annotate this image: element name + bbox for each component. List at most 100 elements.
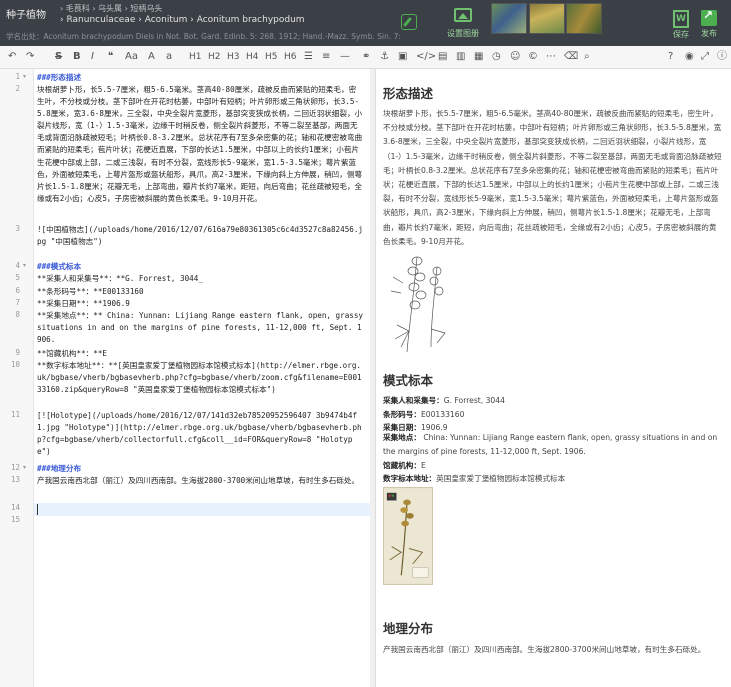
brand-title[interactable]: 种子植物: [6, 6, 46, 21]
digital-specimen-link[interactable]: 英国皇家爱丁堡植物园标本馆模式标本: [436, 474, 565, 483]
save-icon: W: [673, 10, 689, 28]
code-line[interactable]: **数字标本地址**：**[英国皇家爱丁堡植物园标本馆模式标本](http://…: [37, 360, 363, 396]
strikethrough-icon[interactable]: S: [55, 50, 62, 64]
code-line[interactable]: **采集日期**：**1906.9: [37, 298, 363, 310]
bold-icon[interactable]: B: [73, 50, 81, 64]
markdown-editor[interactable]: 1 ▾ 2 3 4 ▾ 5 6 7 8 9 10 11 12 ▾ 13 14 15 ###形态描述 块根胡萝卜形，长…: [0, 69, 376, 687]
fullscreen-icon[interactable]: ⤢: [701, 50, 709, 64]
heading-morphology: 形态描述: [383, 86, 434, 101]
watch-icon[interactable]: ◉: [685, 50, 694, 64]
code-line[interactable]: **馆藏机构**：**E: [37, 348, 363, 360]
quote-icon[interactable]: ❝: [108, 50, 113, 64]
h1-icon[interactable]: H1: [189, 50, 202, 64]
datetime-icon[interactable]: ◷: [492, 50, 501, 64]
set-cover-button[interactable]: 设置图册: [440, 8, 486, 39]
html-entities-icon[interactable]: ©: [528, 50, 538, 64]
line-number: 13: [10, 475, 20, 484]
code-line[interactable]: ###形态描述: [37, 72, 363, 84]
undo-icon[interactable]: ↶: [8, 50, 16, 64]
breadcrumb-item[interactable]: › Aconitum: [138, 15, 187, 25]
save-label: 保存: [673, 30, 689, 39]
editor-scrollbar[interactable]: [370, 69, 375, 687]
emoji-icon[interactable]: ☺: [510, 50, 520, 64]
lowercase-icon[interactable]: a: [166, 50, 172, 64]
reference-link-icon[interactable]: ⚓: [380, 50, 389, 64]
h3-icon[interactable]: H3: [227, 50, 240, 64]
breadcrumb-item[interactable]: › 短柄乌头: [125, 4, 163, 13]
citation-text: 学名出处：Aconitum brachypodum Diels in Not. …: [6, 32, 401, 41]
thumbnail-image[interactable]: [491, 3, 527, 34]
code-line[interactable]: [![Holotype](/uploads/home/2016/12/07/14…: [37, 410, 363, 458]
code-line[interactable]: **采集人和采集号**：**G. Forrest, 3044_: [37, 273, 363, 285]
publish-icon: [701, 8, 717, 26]
image-icon: [454, 8, 472, 22]
image-icon[interactable]: ▣: [398, 50, 407, 64]
editor-toolbar: ↶ ↷ S B I ❝ Aa A a H1 H2 H3 H4 H5 H6 ☰ ≡…: [0, 46, 731, 69]
thumbnail-image[interactable]: [566, 3, 602, 34]
info-icon[interactable]: ⓘ: [717, 50, 727, 64]
holotype-specimen-image[interactable]: [383, 487, 433, 585]
botanical-illustration[interactable]: [387, 247, 453, 357]
editor-app: 种子植物 › 毛茛科 › 乌头属 › 短柄乌头 › Ranunculaceae …: [0, 0, 731, 687]
line-number: 15: [10, 515, 20, 524]
ordered-list-icon[interactable]: ≡: [322, 50, 330, 64]
search-icon[interactable]: ⌕: [584, 50, 590, 64]
active-line: [34, 503, 375, 516]
fold-icon[interactable]: ▾: [23, 73, 26, 80]
uppercase-icon[interactable]: Aa: [125, 50, 138, 64]
capitalize-icon[interactable]: A: [148, 50, 155, 64]
code-icon[interactable]: </>: [416, 50, 436, 64]
clear-icon[interactable]: ⌫: [564, 50, 578, 64]
breadcrumb-item[interactable]: › 毛茛科: [60, 4, 90, 13]
h2-icon[interactable]: H2: [208, 50, 221, 64]
code-line[interactable]: 块根胡萝卜形，长5.5-7厘米，粗5-6.5毫米。茎高40-80厘米，疏被反曲而…: [37, 84, 363, 205]
publish-button[interactable]: 发布: [697, 8, 721, 39]
table-icon[interactable]: ▦: [474, 50, 483, 64]
italic-icon[interactable]: I: [91, 50, 94, 64]
institution-row: 馆藏机构：E: [383, 461, 426, 470]
code-line[interactable]: ###地理分布: [37, 463, 363, 475]
line-number: 2: [15, 84, 20, 93]
markdown-preview: 形态描述 块根胡萝卜形，长5.5-7厘米，粗5-6.5毫米。茎高40-80厘米，…: [377, 69, 731, 687]
morphology-text: 块根胡萝卜形，长5.5-7厘米，粗5-6.5毫米。茎高40-80厘米，疏被反曲而…: [383, 109, 722, 246]
code-line[interactable]: **采集地点**：** China: Yunnan: Lijiang Range…: [37, 310, 363, 346]
distribution-text: 产我国云南西北部（丽江）及四川西南部。生海拔2800-3700米间山地草坡，有时…: [383, 645, 706, 654]
line-number: 5: [15, 273, 20, 282]
fold-icon[interactable]: ▾: [23, 262, 26, 269]
line-number: 12: [10, 463, 20, 472]
h5-icon[interactable]: H5: [265, 50, 278, 64]
line-number: 9: [15, 348, 20, 357]
publish-label: 发布: [701, 29, 717, 38]
thumbnail-image[interactable]: [529, 3, 565, 34]
redo-icon[interactable]: ↷: [26, 50, 34, 64]
link-icon[interactable]: ⚭: [362, 50, 370, 64]
heading-distribution: 地理分布: [383, 621, 434, 636]
pagebreak-icon[interactable]: ⋯: [546, 50, 556, 64]
h6-icon[interactable]: H6: [284, 50, 297, 64]
line-number: 10: [10, 360, 20, 369]
code-block-icon[interactable]: ▥: [456, 50, 465, 64]
breadcrumb-item[interactable]: › 乌头属: [92, 4, 122, 13]
breadcrumb-latin: › Ranunculaceae › Aconitum › Aconitum br…: [60, 15, 305, 25]
unordered-list-icon[interactable]: ☰: [304, 50, 313, 64]
fold-icon[interactable]: ▾: [23, 464, 26, 471]
help-icon[interactable]: ?: [668, 50, 673, 64]
breadcrumb-item[interactable]: › Ranunculaceae: [60, 15, 135, 25]
top-bar: 种子植物 › 毛茛科 › 乌头属 › 短柄乌头 › Ranunculaceae …: [0, 0, 731, 46]
line-number: 7: [15, 298, 20, 307]
barcode-row: 条形码号：E00133160: [383, 410, 465, 419]
preformatted-icon[interactable]: ▤: [438, 50, 447, 64]
breadcrumb-item[interactable]: › Aconitum brachypodum: [190, 15, 304, 25]
code-line[interactable]: 产我国云南西北部（丽江）及四川西南部。生海拔2800-3700米间山地草坡，有时…: [37, 475, 363, 487]
line-number: 3: [15, 224, 20, 233]
text-cursor: [37, 504, 38, 515]
line-number: 4: [15, 261, 20, 270]
code-line[interactable]: ###模式标本: [37, 261, 363, 273]
code-line[interactable]: ![中国植物志](/uploads/home/2016/12/07/616a79…: [37, 224, 363, 248]
h4-icon[interactable]: H4: [246, 50, 259, 64]
code-line[interactable]: **条形码号**：**E00133160: [37, 286, 363, 298]
hr-icon[interactable]: —: [340, 50, 350, 64]
edit-icon[interactable]: [401, 14, 417, 30]
save-button[interactable]: W 保存: [669, 10, 693, 40]
line-number: 11: [10, 410, 20, 419]
